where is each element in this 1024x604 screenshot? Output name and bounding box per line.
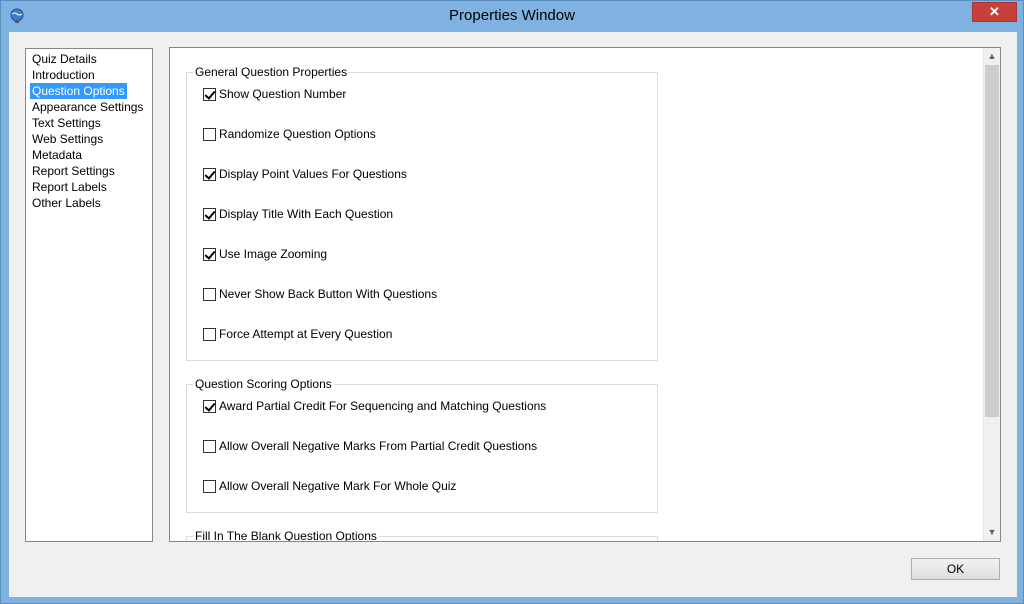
option-never-show-back-button[interactable]: Never Show Back Button With Questions <box>203 286 437 302</box>
nav-item-question-options[interactable]: Question Options <box>30 83 127 99</box>
checkbox[interactable] <box>203 87 216 101</box>
nav-item-web-settings[interactable]: Web Settings <box>30 131 105 147</box>
nav-item-other-labels[interactable]: Other Labels <box>30 195 103 211</box>
checkbox[interactable] <box>203 287 216 301</box>
checkbox[interactable] <box>203 247 216 261</box>
option-label: Never Show Back Button With Questions <box>219 287 438 301</box>
option-label: Use Image Zooming <box>219 247 328 261</box>
window-title: Properties Window <box>449 7 575 24</box>
checkbox[interactable] <box>203 207 216 221</box>
fill-in-the-blank-options-group: Fill In The Blank Question Options <box>186 529 658 541</box>
question-scoring-options-group: Question Scoring Options Award Partial C… <box>186 377 658 513</box>
option-label: Allow Overall Negative Marks From Partia… <box>219 439 538 453</box>
checkbox[interactable] <box>203 167 216 181</box>
option-show-question-number[interactable]: Show Question Number <box>203 86 346 102</box>
option-randomize-question-options[interactable]: Randomize Question Options <box>203 126 376 142</box>
nav-item-report-labels[interactable]: Report Labels <box>30 179 109 195</box>
option-display-title[interactable]: Display Title With Each Question <box>203 206 393 222</box>
options-panel[interactable]: General Question Properties Show Questio… <box>169 47 1001 542</box>
checkbox[interactable] <box>203 399 216 413</box>
checkbox[interactable] <box>203 327 216 341</box>
nav-item-report-settings[interactable]: Report Settings <box>30 163 117 179</box>
scroll-up-icon[interactable]: ▲ <box>984 48 1000 65</box>
option-force-attempt[interactable]: Force Attempt at Every Question <box>203 326 392 342</box>
option-label: Display Point Values For Questions <box>219 167 407 181</box>
scroll-down-icon[interactable]: ▼ <box>984 524 1000 541</box>
option-label: Force Attempt at Every Question <box>219 327 393 341</box>
option-label: Award Partial Credit For Sequencing and … <box>219 399 547 413</box>
nav-item-introduction[interactable]: Introduction <box>30 67 97 83</box>
properties-window: Properties Window ✕ Quiz Details Introdu… <box>0 0 1024 604</box>
option-allow-negative-whole-quiz[interactable]: Allow Overall Negative Mark For Whole Qu… <box>203 478 456 494</box>
group-title: General Question Properties <box>193 65 350 79</box>
close-button[interactable]: ✕ <box>972 2 1017 22</box>
nav-item-quiz-details[interactable]: Quiz Details <box>30 51 99 67</box>
checkbox[interactable] <box>203 479 216 493</box>
settings-nav-list: Quiz Details Introduction Question Optio… <box>25 48 153 542</box>
checkbox[interactable] <box>203 439 216 453</box>
scroll-thumb[interactable] <box>985 65 999 417</box>
vertical-scrollbar[interactable]: ▲ ▼ <box>983 48 1000 541</box>
option-label: Display Title With Each Question <box>219 207 394 221</box>
option-label: Show Question Number <box>219 87 347 101</box>
option-use-image-zooming[interactable]: Use Image Zooming <box>203 246 327 262</box>
nav-item-appearance-settings[interactable]: Appearance Settings <box>30 99 145 115</box>
window-client-area: Quiz Details Introduction Question Optio… <box>9 32 1017 597</box>
nav-item-metadata[interactable]: Metadata <box>30 147 84 163</box>
close-icon: ✕ <box>989 4 1000 19</box>
general-question-properties-group: General Question Properties Show Questio… <box>186 65 658 361</box>
option-allow-negative-partial[interactable]: Allow Overall Negative Marks From Partia… <box>203 438 537 454</box>
ok-button[interactable]: OK <box>911 558 1000 580</box>
group-title: Question Scoring Options <box>193 377 334 391</box>
group-title: Fill In The Blank Question Options <box>193 529 379 542</box>
checkbox[interactable] <box>203 127 216 141</box>
title-bar[interactable]: Properties Window ✕ <box>1 1 1023 32</box>
option-award-partial-credit[interactable]: Award Partial Credit For Sequencing and … <box>203 398 546 414</box>
option-display-point-values[interactable]: Display Point Values For Questions <box>203 166 407 182</box>
nav-item-text-settings[interactable]: Text Settings <box>30 115 103 131</box>
option-label: Randomize Question Options <box>219 127 376 141</box>
option-label: Allow Overall Negative Mark For Whole Qu… <box>219 479 457 493</box>
